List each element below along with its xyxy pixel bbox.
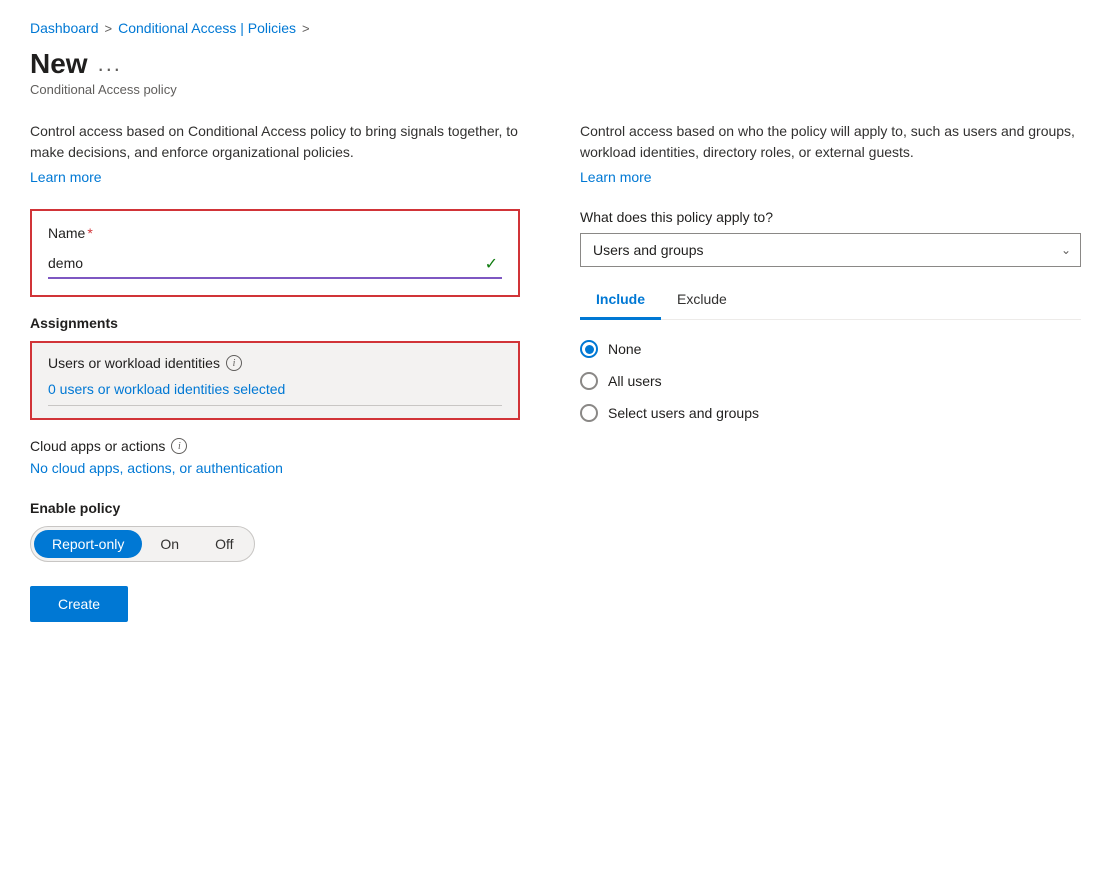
- workload-assignment-box: Users or workload identities i 0 users o…: [30, 341, 520, 420]
- radio-none-inner: [585, 345, 594, 354]
- radio-none-label: None: [608, 341, 641, 357]
- workload-separator: [48, 405, 502, 406]
- cloud-apps-title-row: Cloud apps or actions i: [30, 438, 520, 454]
- name-label: Name*: [48, 225, 502, 241]
- page-header: New ... Conditional Access policy: [30, 48, 1081, 97]
- radio-select-users-label: Select users and groups: [608, 405, 759, 421]
- enable-policy-label: Enable policy: [30, 500, 520, 516]
- main-content: Control access based on Conditional Acce…: [30, 121, 1081, 622]
- toggle-off[interactable]: Off: [197, 530, 251, 558]
- radio-select-users[interactable]: Select users and groups: [580, 404, 1081, 422]
- name-input-wrapper: ✓: [48, 249, 502, 279]
- name-section: Name* ✓: [30, 209, 520, 297]
- enable-policy-section: Enable policy Report-only On Off: [30, 500, 520, 562]
- checkmark-icon: ✓: [485, 254, 498, 274]
- enable-toggle-group: Report-only On Off: [30, 526, 255, 562]
- cloud-apps-info-icon[interactable]: i: [171, 438, 187, 454]
- radio-select-users-circle: [580, 404, 598, 422]
- toggle-report-only[interactable]: Report-only: [34, 530, 142, 558]
- breadcrumb-policies[interactable]: Conditional Access | Policies: [118, 20, 296, 36]
- more-options-icon[interactable]: ...: [98, 51, 122, 77]
- right-panel: Control access based on who the policy w…: [580, 121, 1081, 426]
- create-button[interactable]: Create: [30, 586, 128, 622]
- toggle-on[interactable]: On: [142, 530, 197, 558]
- cloud-apps-section: Cloud apps or actions i No cloud apps, a…: [30, 438, 520, 476]
- required-star: *: [87, 225, 92, 241]
- breadcrumb: Dashboard > Conditional Access | Policie…: [30, 20, 1081, 36]
- radio-group: None All users Select users and groups: [580, 336, 1081, 426]
- breadcrumb-sep1: >: [105, 21, 113, 36]
- page-title: New: [30, 48, 88, 80]
- assignments-label: Assignments: [30, 315, 520, 331]
- radio-all-users-label: All users: [608, 373, 662, 389]
- right-description: Control access based on who the policy w…: [580, 121, 1081, 163]
- breadcrumb-sep2: >: [302, 21, 310, 36]
- workload-info-icon[interactable]: i: [226, 355, 242, 371]
- tab-include[interactable]: Include: [580, 283, 661, 320]
- radio-none-circle: [580, 340, 598, 358]
- left-description: Control access based on Conditional Acce…: [30, 121, 520, 163]
- radio-none[interactable]: None: [580, 340, 1081, 358]
- tab-exclude[interactable]: Exclude: [661, 283, 743, 320]
- policy-dropdown-wrapper: Users and groups Workload identities ⌄: [580, 233, 1081, 267]
- left-learn-more-link[interactable]: Learn more: [30, 169, 102, 185]
- left-panel: Control access based on Conditional Acce…: [30, 121, 520, 622]
- radio-all-users-circle: [580, 372, 598, 390]
- right-learn-more-link[interactable]: Learn more: [580, 169, 652, 185]
- include-exclude-tabs: Include Exclude: [580, 283, 1081, 320]
- name-input[interactable]: [48, 249, 502, 279]
- policy-applies-label: What does this policy apply to?: [580, 209, 1081, 225]
- page-subtitle: Conditional Access policy: [30, 82, 1081, 97]
- breadcrumb-dashboard[interactable]: Dashboard: [30, 20, 99, 36]
- workload-title-row: Users or workload identities i: [48, 355, 502, 371]
- cloud-apps-label: Cloud apps or actions: [30, 438, 165, 454]
- cloud-apps-link[interactable]: No cloud apps, actions, or authenticatio…: [30, 460, 283, 476]
- radio-all-users[interactable]: All users: [580, 372, 1081, 390]
- workload-link[interactable]: 0 users or workload identities selected: [48, 381, 502, 397]
- workload-title-text: Users or workload identities: [48, 355, 220, 371]
- policy-dropdown[interactable]: Users and groups Workload identities: [580, 233, 1081, 267]
